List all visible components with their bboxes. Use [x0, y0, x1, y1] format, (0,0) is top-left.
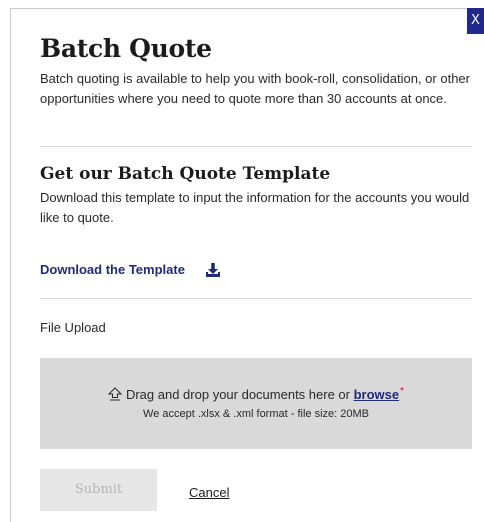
template-section-title: Get our Batch Quote Template: [40, 164, 331, 184]
download-icon[interactable]: [205, 262, 221, 278]
template-section-description: Download this template to input the info…: [40, 190, 470, 225]
modal-title: Batch Quote: [40, 34, 212, 63]
upload-arrow-icon: [107, 387, 123, 401]
dropzone-text: Drag and drop your documents here or: [125, 387, 350, 402]
cancel-link[interactable]: Cancel: [189, 485, 229, 500]
accepted-formats-text: We accept .xlsx & .xml format - file siz…: [143, 408, 369, 420]
browse-link[interactable]: browse: [354, 387, 400, 402]
download-template-link[interactable]: Download the Template: [40, 262, 185, 277]
modal-intro-text: Batch quoting is available to help you w…: [40, 71, 470, 106]
file-dropzone[interactable]: Drag and drop your documents here or bro…: [40, 358, 472, 449]
required-marker: *: [400, 386, 405, 397]
section-divider: [40, 298, 472, 299]
section-divider: [40, 146, 472, 147]
submit-button[interactable]: Submit: [40, 469, 157, 511]
dropzone-instructions: Drag and drop your documents here or bro…: [40, 386, 472, 402]
close-button[interactable]: X: [467, 8, 484, 34]
file-upload-label: File Upload: [40, 320, 106, 335]
